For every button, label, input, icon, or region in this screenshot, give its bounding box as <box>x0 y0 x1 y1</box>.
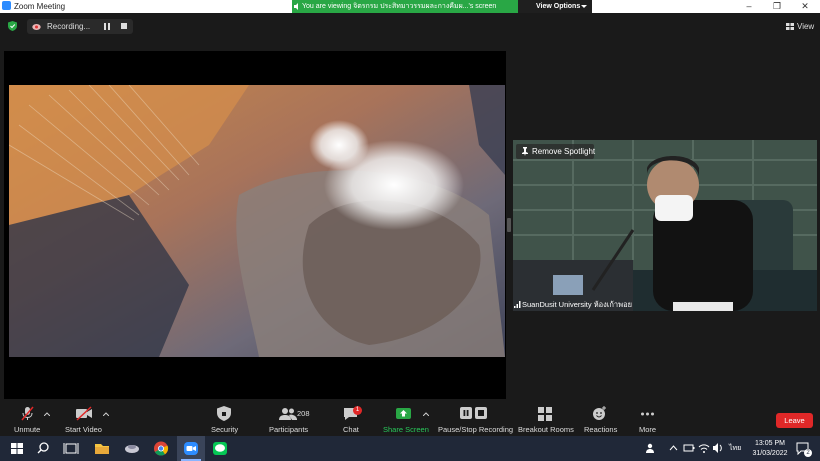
share-screen-button[interactable]: Share Screen <box>383 425 429 434</box>
clock-time[interactable]: 13:05 PM <box>752 439 788 448</box>
view-button[interactable]: View <box>797 19 814 34</box>
recording-label: Recording... <box>47 22 91 31</box>
task-view-icon[interactable] <box>61 439 81 458</box>
battery-icon[interactable] <box>683 443 695 453</box>
participants-count: 208 <box>297 409 310 418</box>
unmute-button[interactable]: Unmute <box>14 425 40 434</box>
search-icon[interactable] <box>33 439 53 458</box>
view-options-label: View Options <box>536 3 581 10</box>
minimize-button[interactable]: – <box>738 0 760 13</box>
wifi-icon[interactable] <box>698 442 710 454</box>
video-options-chevron-icon[interactable] <box>103 412 109 416</box>
security-shield-icon[interactable] <box>217 406 231 421</box>
shared-screen-image <box>9 85 505 357</box>
grid-view-icon[interactable] <box>786 23 794 30</box>
screen-share-banner: You are viewing จิตรกรม ประสิทมาวรรมผละก… <box>292 0 518 13</box>
breakout-rooms-button[interactable]: Breakout Rooms <box>518 425 574 434</box>
pause-recording-icon[interactable] <box>104 23 110 30</box>
start-video-button[interactable]: Start Video <box>65 425 102 434</box>
audio-options-chevron-icon[interactable] <box>44 412 50 416</box>
zoom-taskbar-icon[interactable] <box>181 439 201 458</box>
participants-button[interactable]: Participants <box>269 425 308 434</box>
chat-unread-badge: 1 <box>353 406 362 415</box>
reactions-smiley-icon[interactable] <box>592 406 607 421</box>
chevron-down-icon <box>581 5 587 8</box>
speaker-icon <box>294 3 298 10</box>
input-language-indicator[interactable]: ไทย <box>729 443 741 454</box>
breakout-rooms-icon[interactable] <box>538 406 552 421</box>
tray-chevron-up-icon[interactable] <box>669 444 678 451</box>
close-button[interactable]: ✕ <box>794 0 816 13</box>
share-screen-icon[interactable] <box>396 406 411 421</box>
stop-recording-icon[interactable] <box>121 23 127 29</box>
participant-name-label: SuanDusit University ห้องเก้าพอย <box>522 300 632 309</box>
clock-date[interactable]: 31/03/2022 <box>748 449 792 458</box>
line-app-icon[interactable] <box>210 439 230 458</box>
cloud-recording-icon <box>32 24 41 30</box>
pause-stop-recording-button[interactable]: Pause/Stop Recording <box>438 425 513 434</box>
restore-button[interactable]: ❐ <box>766 0 788 13</box>
notification-count-badge: 2 <box>804 449 812 457</box>
pin-icon <box>522 147 528 156</box>
microphone-muted-icon[interactable] <box>20 406 35 421</box>
video-off-icon[interactable] <box>75 406 93 421</box>
reactions-button[interactable]: Reactions <box>584 425 617 434</box>
security-button[interactable]: Security <box>211 425 238 434</box>
chrome-icon[interactable] <box>151 439 171 458</box>
pause-stop-recording-icon[interactable] <box>460 406 488 421</box>
more-button[interactable]: More <box>639 425 656 434</box>
volume-icon[interactable] <box>712 442 724 454</box>
spotlight-video <box>513 140 817 311</box>
encryption-shield-icon[interactable] <box>8 21 17 31</box>
window-title: Zoom Meeting <box>14 2 66 11</box>
view-options-button[interactable]: View Options <box>518 0 592 13</box>
system-app-icon[interactable] <box>122 439 142 458</box>
file-explorer-icon[interactable] <box>92 439 112 458</box>
signal-strength-icon <box>514 301 521 308</box>
people-icon[interactable] <box>645 442 657 454</box>
more-options-icon[interactable] <box>640 406 655 421</box>
participants-icon[interactable] <box>279 406 297 421</box>
zoom-app-icon <box>2 1 11 10</box>
windows-start-icon[interactable] <box>7 439 27 458</box>
share-banner-text: You are viewing จิตรกรม ประสิทมาวรรมผละก… <box>302 3 497 10</box>
chat-button[interactable]: Chat <box>343 425 359 434</box>
share-options-chevron-icon[interactable] <box>423 412 429 416</box>
leave-button[interactable]: Leave <box>776 413 813 428</box>
remove-spotlight-label: Remove Spotlight <box>532 147 596 156</box>
panel-resize-handle[interactable] <box>507 218 511 232</box>
